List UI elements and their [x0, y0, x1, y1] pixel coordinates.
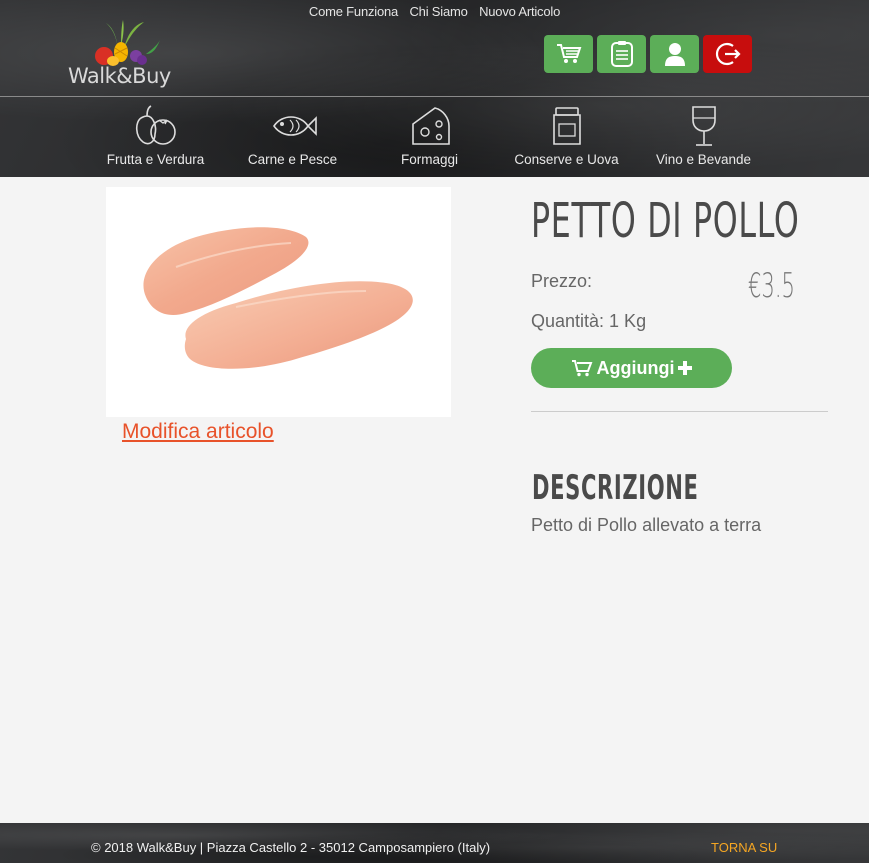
category-carne-e-pesce[interactable]: Carne e Pesce — [224, 104, 361, 167]
nav-link-come-funziona[interactable]: Come Funziona — [309, 4, 398, 19]
wine-glass-icon — [691, 106, 716, 146]
logout-icon — [715, 42, 741, 66]
category-formaggi[interactable]: Formaggi — [361, 104, 498, 167]
site-header: Come Funziona Chi Siamo Nuovo Articolo W… — [0, 0, 869, 177]
logo-text: Walk&Buy — [68, 64, 171, 88]
category-label: Carne e Pesce — [247, 152, 338, 167]
header-actions — [544, 35, 752, 73]
category-conserve-e-uova[interactable]: Conserve e Uova — [498, 104, 635, 167]
price-value: €3.5 — [748, 266, 795, 306]
back-to-top-link[interactable]: TORNA SU — [711, 840, 777, 855]
description-title: DESCRIZIONE — [532, 468, 699, 508]
category-nav: Frutta e Verdura Carne e Pesce Formaggi — [87, 104, 777, 167]
vegetables-icon — [135, 105, 176, 145]
jar-icon — [552, 107, 581, 145]
logo-fruit-icon — [95, 20, 160, 66]
category-label: Frutta e Verdura — [106, 152, 205, 167]
cheese-icon — [411, 107, 450, 145]
logout-button[interactable] — [703, 35, 752, 73]
cart-icon — [571, 360, 592, 377]
chicken-breast-image — [143, 227, 413, 369]
user-icon — [664, 43, 685, 66]
category-label: Vino e Bevande — [655, 152, 752, 167]
product-image — [106, 187, 451, 417]
fish-icon — [272, 116, 317, 136]
nav-link-nuovo-articolo[interactable]: Nuovo Articolo — [479, 4, 560, 19]
plus-icon — [678, 361, 693, 375]
description-text: Petto di Pollo allevato a terra — [531, 515, 762, 535]
price-label: Prezzo: — [531, 271, 593, 291]
add-button-label: Aggiungi — [596, 357, 675, 378]
category-frutta-e-verdura[interactable]: Frutta e Verdura — [87, 104, 224, 167]
footer-copyright: © 2018 Walk&Buy | Piazza Castello 2 - 35… — [91, 840, 491, 855]
orders-button[interactable] — [597, 35, 646, 73]
cart-icon — [556, 44, 581, 63]
add-to-cart-button[interactable]: Aggiungi — [531, 348, 732, 388]
category-label: Formaggi — [400, 152, 459, 167]
header-divider — [0, 96, 869, 97]
cart-button[interactable] — [544, 35, 593, 73]
top-nav: Come Funziona Chi Siamo Nuovo Articolo — [0, 4, 869, 19]
site-footer: © 2018 Walk&Buy | Piazza Castello 2 - 35… — [0, 823, 869, 863]
nav-link-chi-siamo[interactable]: Chi Siamo — [409, 4, 467, 19]
quantity-label: Quantità: 1 Kg — [531, 311, 647, 331]
profile-button[interactable] — [650, 35, 699, 73]
clipboard-icon — [610, 41, 633, 67]
edit-article-link[interactable]: Modifica articolo — [122, 420, 274, 444]
category-vino-e-bevande[interactable]: Vino e Bevande — [635, 104, 772, 167]
product-title: PETTO DI POLLO — [531, 193, 800, 249]
content-divider — [531, 411, 828, 412]
category-label: Conserve e Uova — [514, 152, 619, 167]
